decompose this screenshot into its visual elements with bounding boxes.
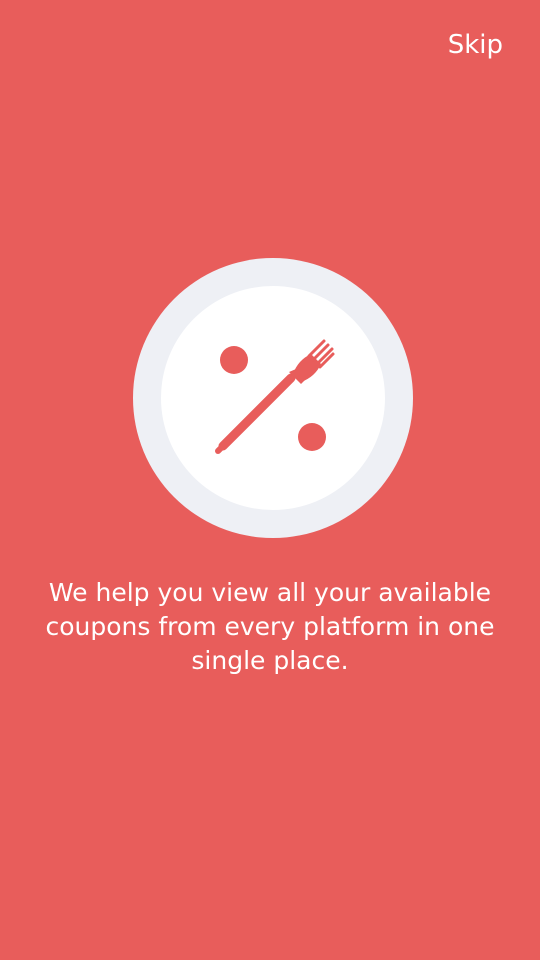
percent-dot-bottom: [298, 423, 326, 451]
skip-button[interactable]: Skip: [448, 28, 503, 62]
plate-illustration: [133, 258, 413, 538]
percent-dot-top: [220, 346, 248, 374]
onboarding-description: We help you view all your available coup…: [45, 578, 495, 675]
percent-fork-plate-icon: [133, 258, 413, 538]
